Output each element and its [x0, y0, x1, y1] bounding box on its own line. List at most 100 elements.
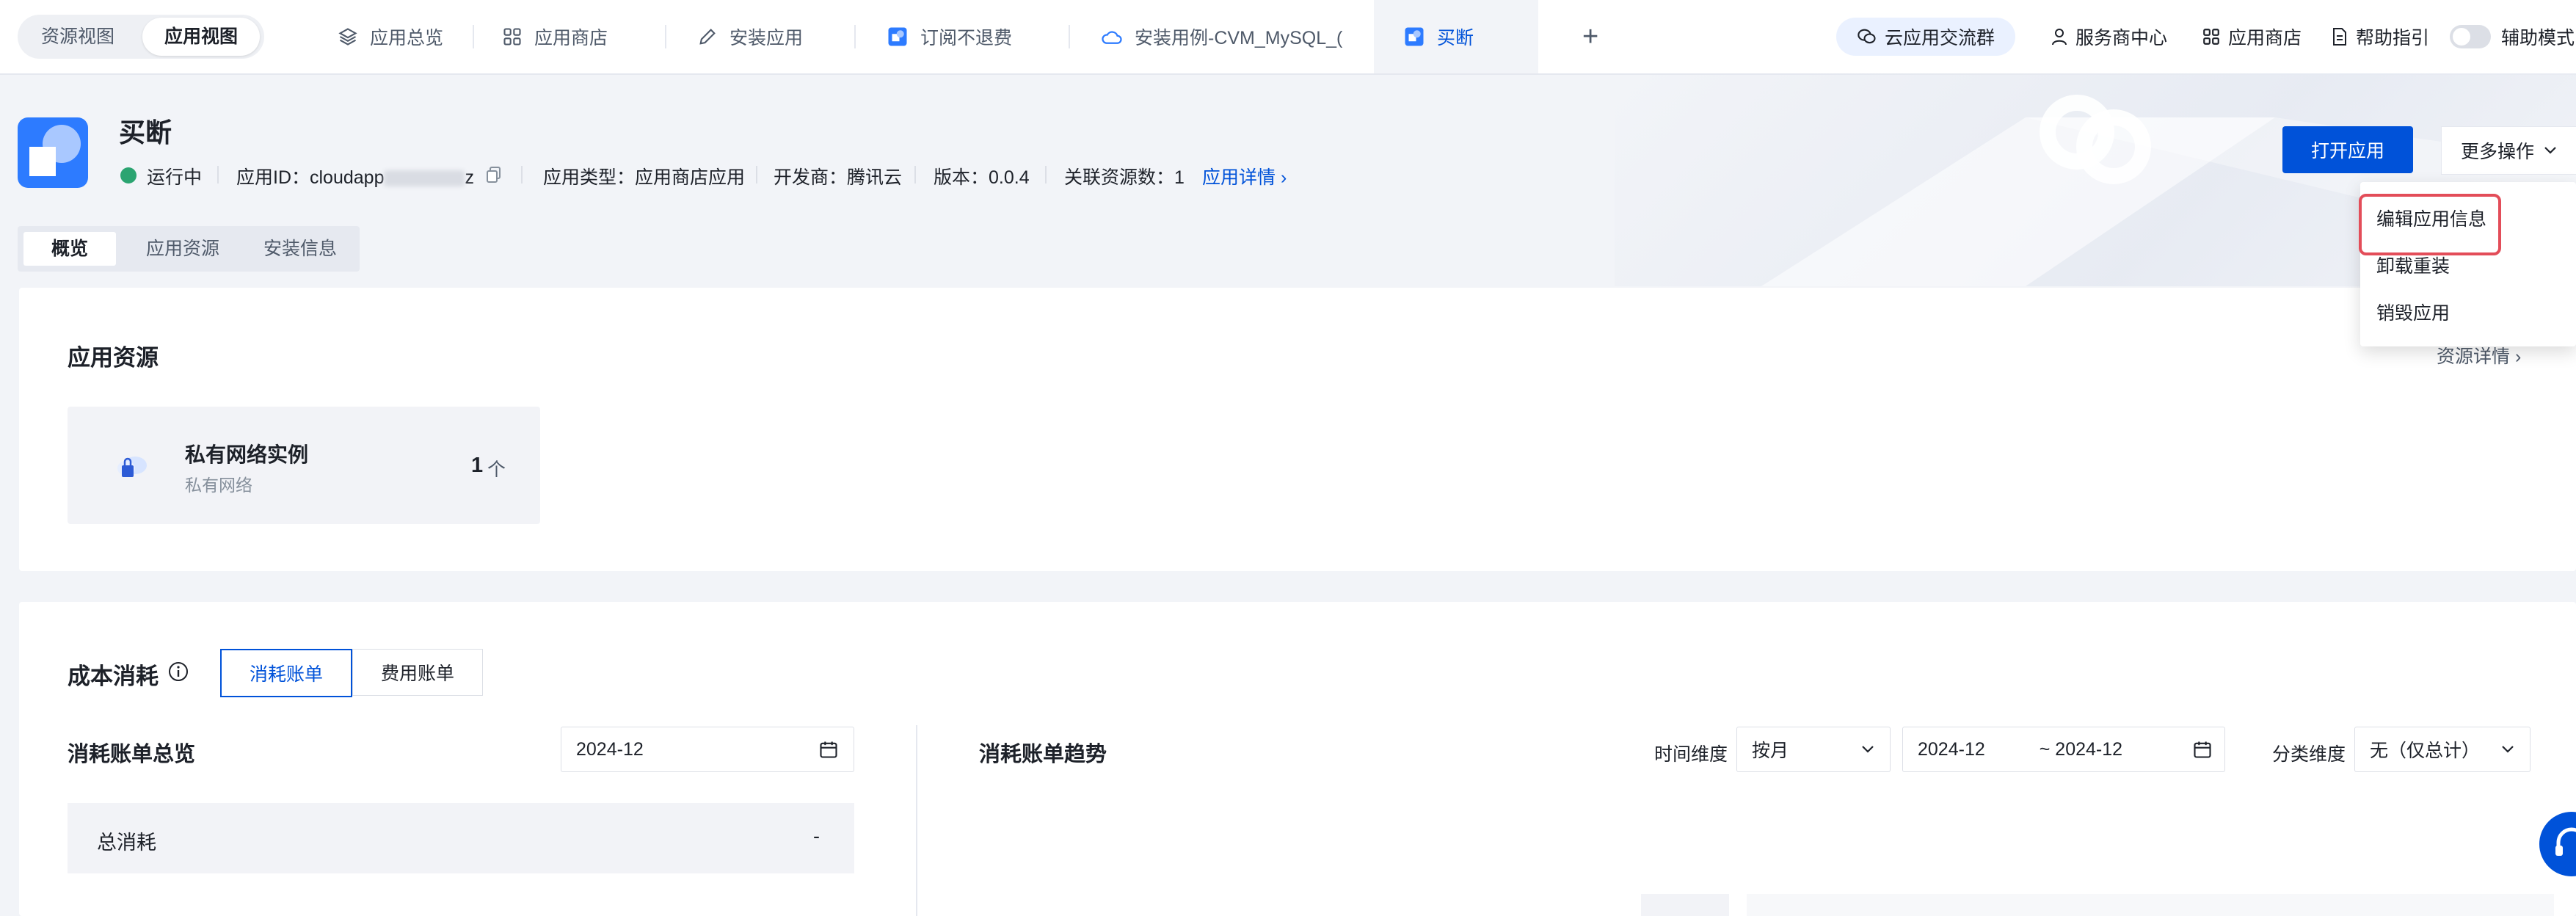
- tab-install-app[interactable]: 安装应用: [697, 0, 803, 73]
- help-guide-link[interactable]: 帮助指引: [2331, 0, 2429, 73]
- date-range-start: 2024-12: [1918, 738, 1985, 760]
- app-status: 运行中: [147, 167, 203, 188]
- vpc-icon: [117, 457, 147, 477]
- document-icon: [2333, 28, 2346, 46]
- app-icon: [1405, 27, 1424, 46]
- tab-app-store[interactable]: 应用商店: [502, 0, 608, 73]
- view-toggle: 资源视图 应用视图: [18, 15, 264, 59]
- service-center-label: 服务商中心: [2075, 28, 2168, 48]
- cost-section-divider: [916, 725, 917, 916]
- time-dimension-value: 按月: [1752, 741, 1789, 761]
- tab-label: 买断: [1437, 28, 1474, 48]
- vpc-instance-name: 私有网络实例: [185, 443, 309, 466]
- chart-placeholder-bar: [1641, 894, 1729, 916]
- tab-label: 安装应用: [729, 28, 804, 48]
- pen-icon: [699, 29, 716, 45]
- community-group-label: 云应用交流群: [1884, 28, 1995, 48]
- app-id: 应用ID：cloudapp z: [236, 163, 474, 189]
- view-toggle-resource[interactable]: 资源视图: [22, 18, 134, 56]
- tab-app-resources[interactable]: 应用资源: [128, 232, 238, 266]
- date-range-picker[interactable]: 2024-12 ~ 2024-12: [1902, 727, 2225, 772]
- assist-mode-label: 辅助模式: [2501, 28, 2575, 48]
- app-icon: [888, 27, 907, 46]
- app-detail-link[interactable]: 应用详情 ›: [1202, 163, 1287, 189]
- help-guide-label: 帮助指引: [2356, 28, 2430, 48]
- app-developer: 开发商：腾讯云: [774, 167, 903, 188]
- calendar-icon: [820, 741, 837, 758]
- calendar-icon: [2194, 741, 2211, 758]
- vpc-instance-count: 1: [471, 454, 484, 477]
- view-toggle-application[interactable]: 应用视图: [142, 18, 260, 56]
- tab-label: 安装用例-CVM_MySQL_(: [1135, 28, 1343, 48]
- tab-subscription-no-refund[interactable]: 订阅不退费: [887, 0, 1012, 73]
- chevron-down-icon: [1862, 746, 1874, 753]
- tab-install-case[interactable]: 安装用例-CVM_MySQL_(: [1101, 0, 1342, 73]
- meta-separator: [914, 166, 916, 183]
- cloud-icon: [1102, 31, 1122, 44]
- fee-bill-tab[interactable]: 费用账单: [352, 649, 483, 696]
- app-store-link[interactable]: 应用商店: [2202, 0, 2302, 73]
- tab-separator: [473, 25, 474, 48]
- tab-overview[interactable]: 概览: [23, 232, 116, 266]
- consumption-overview-title: 消耗账单总览: [68, 743, 196, 766]
- app-type: 应用类型：应用商店应用: [543, 167, 746, 188]
- total-consumption-label: 总消耗: [97, 832, 156, 854]
- user-icon: [2052, 29, 2067, 46]
- app-store-label: 应用商店: [2228, 28, 2302, 48]
- grid-icon: [2203, 29, 2219, 45]
- layers-icon: [338, 28, 357, 46]
- cost-title: 成本消耗: [68, 664, 159, 689]
- meta-separator: [1045, 166, 1047, 183]
- tab-separator: [1069, 25, 1070, 48]
- switch-knob: [2453, 28, 2470, 46]
- meta-separator: [756, 166, 757, 183]
- app-id-label: 应用ID：cloudapp: [236, 167, 385, 188]
- tab-label: 订阅不退费: [920, 28, 1013, 48]
- vpc-instance-type: 私有网络: [185, 476, 252, 495]
- app-version: 版本：0.0.4: [934, 167, 1030, 188]
- tab-separator: [854, 25, 856, 48]
- tab-label: 应用总览: [370, 28, 444, 48]
- copy-icon[interactable]: [486, 166, 502, 183]
- resources-title: 应用资源: [68, 345, 159, 371]
- consumption-trend-title: 消耗账单趋势: [979, 743, 1107, 766]
- overview-month-value: 2024-12: [576, 738, 644, 760]
- time-dimension-select[interactable]: 按月: [1736, 727, 1891, 772]
- chevron-down-icon: [2544, 147, 2556, 154]
- time-dimension-label: 时间维度: [1654, 744, 1728, 765]
- app-title: 买断: [119, 117, 172, 148]
- total-consumption-value: -: [813, 825, 820, 847]
- grid-icon: [503, 28, 521, 46]
- add-tab-button[interactable]: +: [1582, 0, 1598, 73]
- app-id-tail: z: [465, 167, 474, 188]
- tab-label: 应用商店: [534, 28, 608, 48]
- app-id-redacted: [384, 170, 465, 187]
- meta-separator: [521, 166, 523, 183]
- tab-app-overview[interactable]: 应用总览: [338, 0, 443, 73]
- tab-install-info[interactable]: 安装信息: [245, 232, 355, 266]
- info-icon[interactable]: [167, 661, 189, 683]
- overview-month-picker[interactable]: 2024-12: [561, 727, 854, 772]
- category-dimension-select[interactable]: 无（仅总计）: [2354, 727, 2530, 772]
- service-center-link[interactable]: 服务商中心: [2051, 0, 2167, 73]
- related-resource-count: 关联资源数：1: [1064, 167, 1185, 188]
- more-actions-label: 更多操作: [2460, 142, 2534, 162]
- tab-buyout[interactable]: 买断: [1374, 0, 1538, 73]
- community-group-button[interactable]: 云应用交流群: [1836, 18, 2015, 56]
- category-dimension-label: 分类维度: [2272, 744, 2346, 765]
- support-float-button[interactable]: [2539, 812, 2576, 876]
- page-tab-bar: 概览 应用资源 安装信息: [18, 226, 360, 272]
- total-consumption-row: [68, 803, 854, 873]
- app-logo: [18, 117, 88, 188]
- menu-item-destroy-app[interactable]: 销毁应用: [2376, 292, 2450, 335]
- chat-icon: [1858, 29, 1876, 44]
- more-actions-button[interactable]: 更多操作: [2441, 126, 2576, 175]
- open-app-button[interactable]: 打开应用: [2282, 126, 2413, 173]
- highlight-box: [2359, 194, 2501, 255]
- chevron-down-icon: [2502, 746, 2514, 753]
- status-running-icon: [120, 167, 137, 183]
- date-range-end: ~ 2024-12: [2039, 738, 2123, 760]
- chart-placeholder-area: [1747, 894, 2554, 916]
- consumption-bill-tab[interactable]: 消耗账单: [220, 649, 352, 697]
- headset-icon: [2555, 827, 2576, 856]
